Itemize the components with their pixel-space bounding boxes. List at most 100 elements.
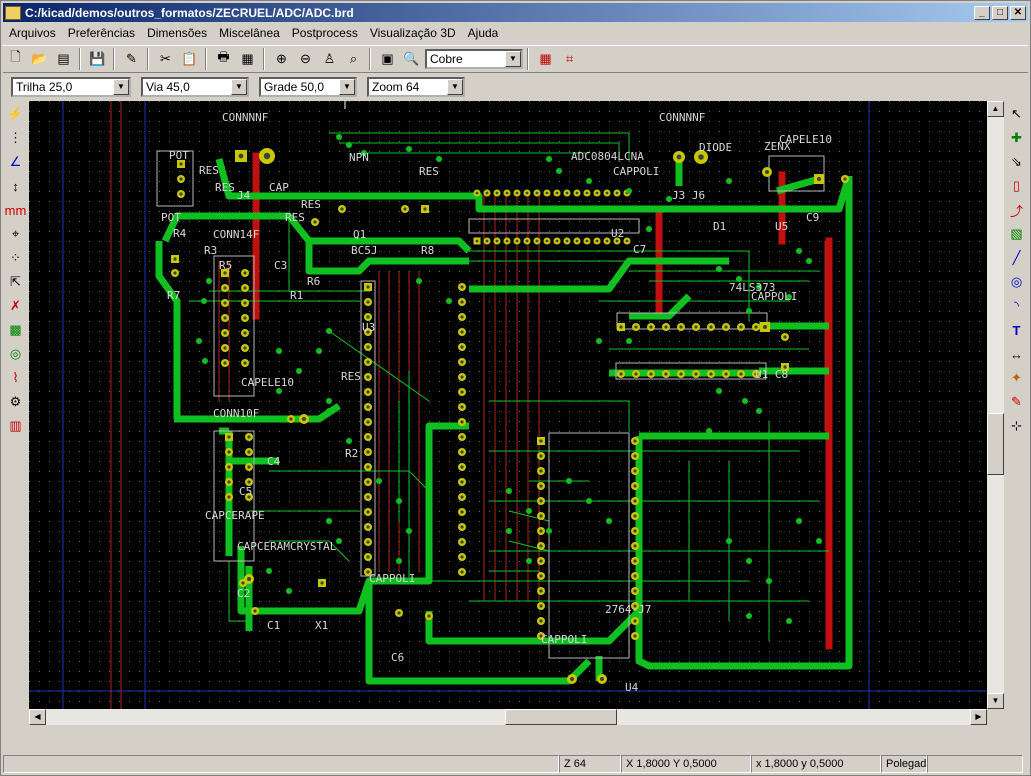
menu-dimensoes[interactable]: Dimensões [141,26,213,40]
pad-hole [539,589,543,593]
pad-hole [565,239,569,243]
drc-off-icon[interactable]: ⚡ [4,103,27,125]
vertical-scrollbar[interactable]: ▲ ▼ [987,101,1004,709]
scroll-up-arrow[interactable]: ▲ [987,101,1004,117]
highlight-net-icon[interactable]: ✚ [1005,127,1028,149]
pad-hole [243,316,247,320]
netlist-icon[interactable]: ▣ [376,48,399,70]
add-zones-icon[interactable]: ▧ [1005,223,1028,245]
pad-hole [633,634,637,638]
add-arc-icon[interactable]: ◝ [1005,295,1028,317]
polar-coord-icon[interactable]: ∠ [4,151,27,173]
menu-miscelanea[interactable]: Miscelânea [213,26,286,40]
chevron-down-icon[interactable]: ▼ [113,79,129,95]
chevron-down-icon[interactable]: ▼ [447,79,463,95]
add-target-icon[interactable]: ✦ [1005,367,1028,389]
auto-delete-track-icon[interactable]: ✗ [4,295,27,317]
pad-hole [460,525,464,529]
drc-icon[interactable]: ▦ [534,48,557,70]
track-width-select[interactable]: Trilha 25,0 ▼ [11,77,131,97]
zoom-select[interactable]: Zoom 64 ▼ [367,77,465,97]
via [756,408,762,414]
menu-postprocess[interactable]: Postprocess [286,26,364,40]
append-board-icon[interactable]: ▤ [52,48,75,70]
via-size-select[interactable]: Via 45,0 ▼ [141,77,249,97]
chevron-down-icon[interactable]: ▼ [339,79,355,95]
paste-icon[interactable]: 📋 [178,48,201,70]
pcb-canvas[interactable]: CONNNNF CONNNNF POT POT NPN RES RES RES … [29,101,987,709]
maximize-button[interactable]: □ [992,5,1008,20]
label-r3: R3 [204,244,217,257]
toolbar-separator [205,48,207,70]
add-circle-icon[interactable]: ◎ [1005,271,1028,293]
zoom-redraw-icon[interactable]: ♙ [318,48,341,70]
pad-hole [575,239,579,243]
module-ratsnest-icon[interactable]: ⇱ [4,271,27,293]
zoom-out-icon[interactable]: ⊖ [294,48,317,70]
menu-visualizacao-3d[interactable]: Visualização 3D [364,26,462,40]
horizontal-scroll-thumb[interactable] [505,709,617,725]
units-mm-icon[interactable]: mm [4,199,27,221]
scroll-down-arrow[interactable]: ▼ [987,693,1004,709]
pad-hole [633,574,637,578]
find-icon[interactable]: 🔍 [400,48,423,70]
add-dimension-icon[interactable]: ↔ [1005,343,1028,365]
track-sketch-icon[interactable]: ⌇ [4,367,27,389]
units-inch-icon[interactable]: ↕ [4,175,27,197]
cut-icon[interactable]: ✂ [154,48,177,70]
menu-ajuda[interactable]: Ajuda [462,26,505,40]
pad-hole [709,372,713,376]
plot-icon[interactable]: ▦ [236,48,259,70]
horizontal-scrollbar[interactable]: ◀ ▶ [29,709,987,725]
scroll-left-arrow[interactable]: ◀ [29,709,46,725]
pad-hole [679,372,683,376]
via [686,206,692,212]
label-adc: ADC0804LCNA [571,150,644,163]
close-button[interactable]: ✕ [1010,5,1026,20]
pad-sketch-icon[interactable]: ◎ [4,343,27,365]
delete-icon[interactable]: ✎ [1005,391,1028,413]
add-line-icon[interactable]: ╱ [1005,247,1028,269]
pad-hole [460,360,464,364]
cursor-shape-icon[interactable]: ⌖ [4,223,27,245]
local-ratsnest-icon[interactable]: ⇘ [1005,151,1028,173]
vertical-scroll-thumb[interactable] [987,413,1004,475]
ratsnest-icon[interactable]: ⁘ [4,247,27,269]
layer-select[interactable]: Cobre ▼ [425,49,523,69]
pad-hole [633,619,637,623]
pad-hole [366,465,370,469]
label-r8: R8 [421,244,434,257]
autorouter-icon[interactable]: ⌗ [558,48,581,70]
grid-select[interactable]: Grade 50,0 ▼ [259,77,357,97]
select-arrow-icon[interactable]: ↖ [1005,103,1028,125]
toolbar-separator [147,48,149,70]
open-file-icon[interactable]: 📂 [28,48,51,70]
status-bar: Z 64 X 1,8000 Y 0,5000 x 1,8000 y 0,5000… [3,753,1028,773]
new-board-icon[interactable]: 🗋 [4,48,27,70]
pcb-drawing[interactable]: CONNNNF CONNNNF POT POT NPN RES RES RES … [29,101,987,709]
add-module-icon[interactable]: ▯ [1005,175,1028,197]
menu-arquivos[interactable]: Arquivos [3,26,62,40]
pad-hole [724,325,728,329]
pad-hole [575,191,579,195]
chevron-down-icon[interactable]: ▼ [505,51,521,67]
grid-toggle-icon[interactable]: ⋮ [4,127,27,149]
via [396,558,402,564]
zoom-auto-icon[interactable]: ⌕ [342,48,365,70]
high-contrast-icon[interactable]: ⚙ [4,391,27,413]
set-origin-icon[interactable]: ⊹ [1005,415,1028,437]
page-settings-icon[interactable]: ✎ [120,48,143,70]
via [606,518,612,524]
chevron-down-icon[interactable]: ▼ [231,79,247,95]
save-icon[interactable]: 💾 [86,48,109,70]
minimize-button[interactable]: _ [974,5,990,20]
zoom-in-icon[interactable]: ⊕ [270,48,293,70]
menu-preferencias[interactable]: Preferências [62,26,141,40]
add-tracks-icon[interactable]: ⤴ [1005,199,1028,221]
add-text-icon[interactable]: T [1005,319,1028,341]
scroll-right-arrow[interactable]: ▶ [970,709,987,725]
zone-fill-icon[interactable]: ▩ [4,319,27,341]
print-icon[interactable]: 🖶 [212,48,235,70]
layers-manager-icon[interactable]: ▥ [4,415,27,437]
via [286,588,292,594]
